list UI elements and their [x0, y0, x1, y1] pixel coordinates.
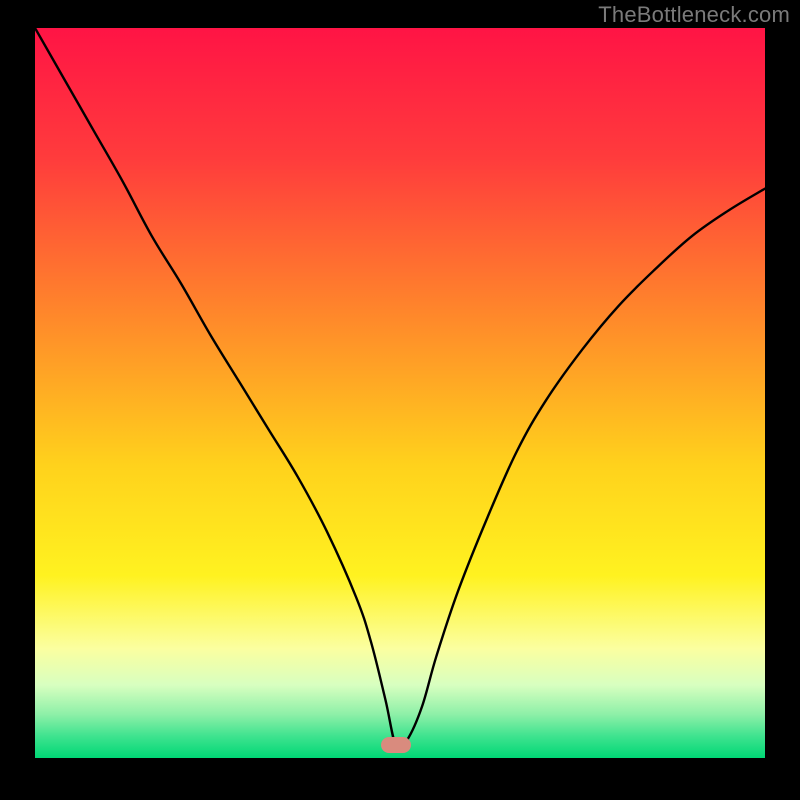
chart-svg: [35, 28, 765, 758]
gradient-background: [35, 28, 765, 758]
chart-frame: TheBottleneck.com: [0, 0, 800, 800]
watermark-label: TheBottleneck.com: [598, 2, 790, 28]
plot-area: [35, 28, 765, 758]
optimal-point-marker: [381, 737, 411, 753]
